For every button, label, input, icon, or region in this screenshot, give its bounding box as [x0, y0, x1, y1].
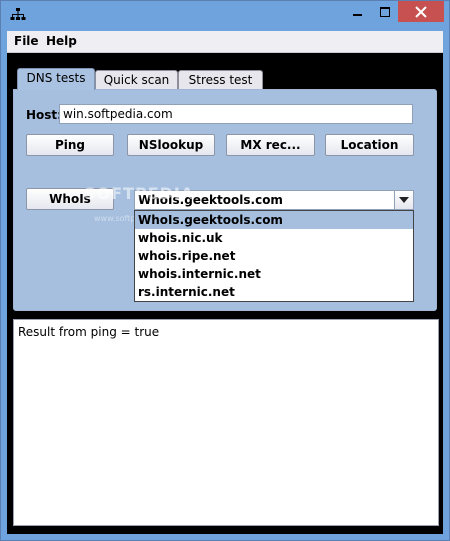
host-input[interactable]: win.softpedia.com — [59, 104, 413, 124]
maximize-button[interactable] — [371, 1, 398, 22]
chevron-down-icon — [399, 197, 409, 203]
nslookup-button[interactable]: NSlookup — [127, 134, 215, 156]
list-item[interactable]: rs.internic.net — [135, 283, 413, 301]
minimize-icon — [353, 13, 362, 16]
list-item[interactable]: WhoIs.geektools.com — [135, 211, 413, 229]
client-area: File Help DNS tests Quick scan Stress te… — [7, 31, 443, 534]
whois-server-list: WhoIs.geektools.com whois.nic.uk whois.r… — [134, 210, 414, 302]
close-icon — [415, 5, 427, 18]
location-button[interactable]: Location — [325, 134, 414, 156]
mx-records-button[interactable]: MX rec... — [226, 134, 315, 156]
minimize-button[interactable] — [344, 1, 371, 22]
tab-quick-scan[interactable]: Quick scan — [95, 70, 178, 89]
tab-stress-test[interactable]: Stress test — [178, 70, 263, 89]
menu-file[interactable]: File — [14, 34, 39, 48]
result-text: Result from ping = true — [18, 325, 160, 339]
maximize-icon — [379, 6, 390, 17]
network-icon — [10, 7, 26, 23]
watermark: SOFTPEDIA — [84, 184, 195, 203]
menu-bar: File Help — [7, 31, 443, 53]
dropdown-arrow-button[interactable] — [394, 191, 413, 209]
app-window: File Help DNS tests Quick scan Stress te… — [0, 0, 450, 541]
title-bar[interactable] — [1, 1, 449, 31]
menu-help[interactable]: Help — [46, 34, 77, 48]
dns-tests-panel: Host: win.softpedia.com Ping NSlookup MX… — [13, 89, 437, 311]
list-item[interactable]: whois.ripe.net — [135, 247, 413, 265]
list-item[interactable]: whois.nic.uk — [135, 229, 413, 247]
host-label: Host: — [26, 108, 62, 122]
ping-button[interactable]: Ping — [26, 134, 114, 156]
result-output[interactable]: Result from ping = true — [13, 319, 439, 526]
list-item[interactable]: whois.internic.net — [135, 265, 413, 283]
tab-dns-tests[interactable]: DNS tests — [17, 68, 95, 90]
close-button[interactable] — [398, 1, 444, 22]
